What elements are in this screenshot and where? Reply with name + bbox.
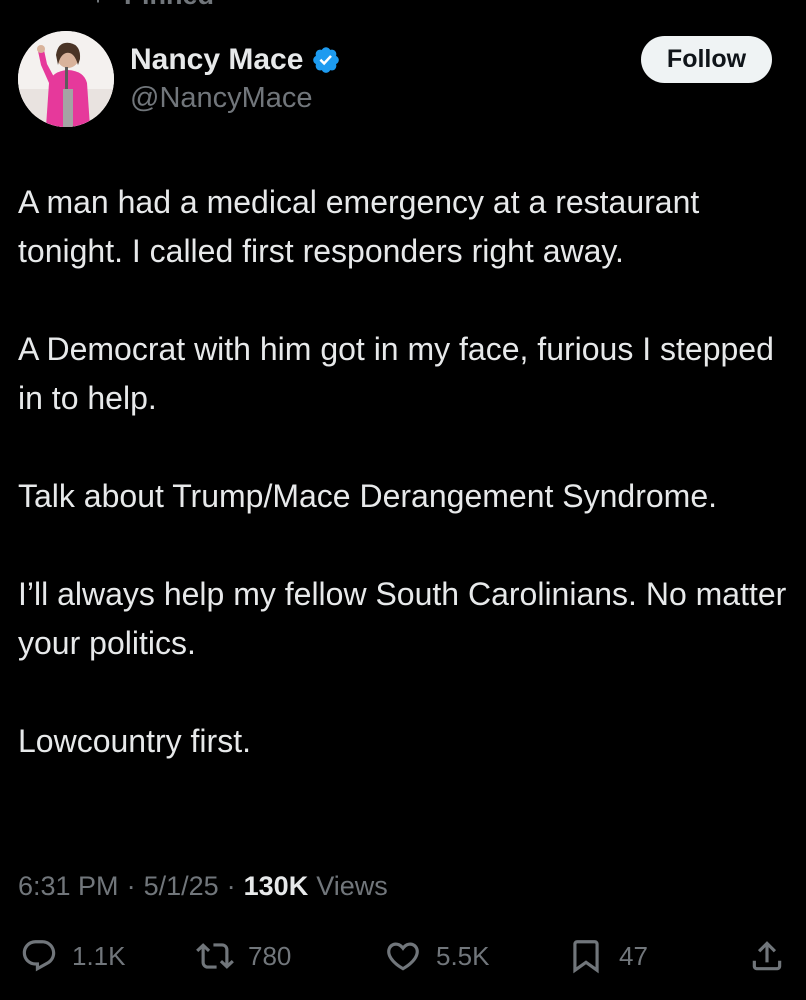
follow-button[interactable]: Follow [641, 36, 772, 83]
reply-icon [20, 937, 58, 975]
heart-icon [384, 937, 422, 975]
tweet-paragraph: A Democrat with him got in my face, furi… [18, 331, 774, 416]
repost-icon [196, 937, 234, 975]
repost-button[interactable]: 780 [196, 934, 291, 978]
meta-separator: · [226, 870, 236, 901]
tweet-paragraph: Lowcountry first. [18, 723, 251, 759]
author-name-row: Nancy Mace [130, 40, 341, 80]
views-count: 130K [243, 870, 309, 901]
tweet-text: A man had a medical emergency at a resta… [18, 178, 794, 815]
share-button[interactable] [748, 934, 786, 978]
reply-count: 1.1K [72, 940, 126, 971]
verified-badge-icon [311, 45, 341, 75]
bookmark-icon [567, 937, 605, 975]
author-display-name[interactable]: Nancy Mace [130, 43, 303, 77]
views-label: Views [316, 870, 388, 901]
meta-separator: · [126, 870, 136, 901]
author-avatar[interactable] [18, 31, 114, 127]
pinned-label: Pinned [124, 0, 214, 11]
share-icon [748, 937, 786, 975]
bookmark-count: 47 [619, 940, 648, 971]
tweet-time[interactable]: 6:31 PM [18, 871, 119, 902]
tweet-paragraph: Talk about Trump/Mace Derangement Syndro… [18, 478, 717, 514]
tweet-meta: 6:31 PM · 5/1/25 · 130K Views [18, 866, 388, 906]
pin-icon [86, 0, 110, 11]
bookmark-button[interactable]: 47 [567, 934, 648, 978]
like-count: 5.5K [436, 940, 490, 971]
tweet-paragraph: A man had a medical emergency at a resta… [18, 184, 700, 269]
reply-button[interactable]: 1.1K [20, 934, 126, 978]
tweet-date[interactable]: 5/1/25 [144, 871, 219, 902]
pinned-indicator: Pinned [86, 0, 214, 10]
author-handle[interactable]: @NancyMace [130, 82, 313, 115]
like-button[interactable]: 5.5K [384, 934, 490, 978]
tweet-paragraph: I’ll always help my fellow South Carolin… [18, 576, 787, 661]
repost-count: 780 [248, 940, 292, 971]
